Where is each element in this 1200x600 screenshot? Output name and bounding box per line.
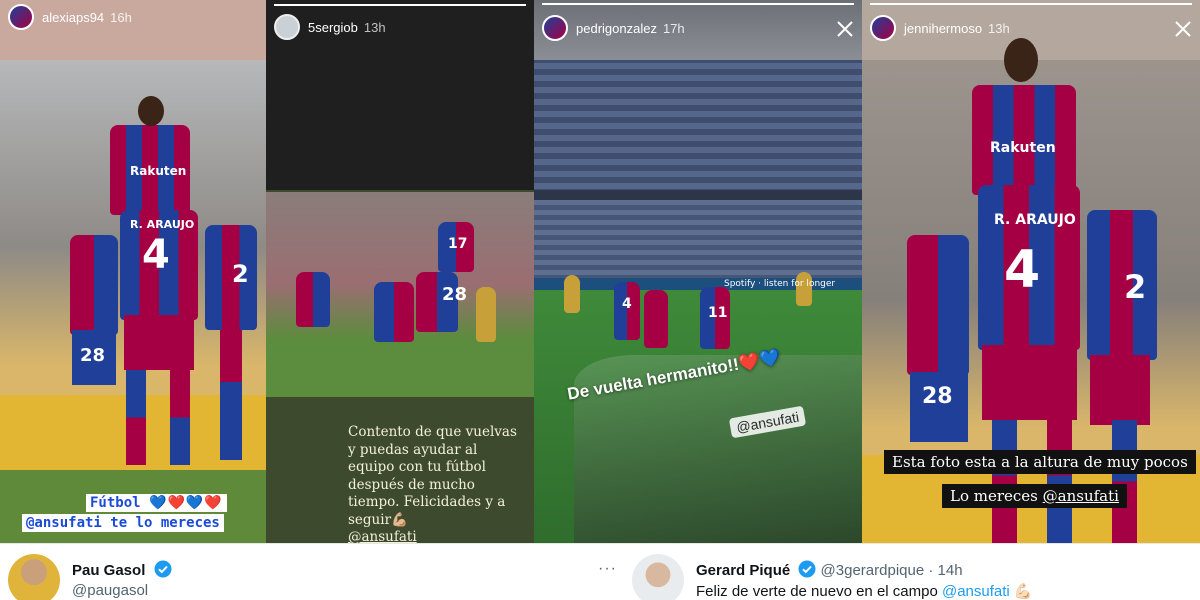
jersey-number: 28 [80, 345, 106, 366]
story-pedrigonzalez[interactable]: 4 11 Spotify · listen for longer pedrigo… [534, 0, 862, 543]
verified-icon [154, 560, 172, 578]
player-name: R. ARAUJO [994, 212, 1076, 228]
story-caption: Contento de que vuelvas y puedas ayudar … [348, 424, 528, 543]
tweet-author[interactable]: Pau Gasol [72, 560, 172, 579]
story-time: 13h [988, 20, 1010, 36]
tweet-time[interactable]: 14h [938, 562, 963, 579]
flex-emoji: 💪🏻 [1013, 583, 1033, 600]
story-photo: 28 17 [266, 192, 534, 397]
hearts-emoji: 💙❤️💙❤️ [149, 495, 223, 511]
story-header: jennihermoso 13h [862, 10, 1200, 46]
ad-board: Spotify · listen for longer [724, 279, 836, 289]
close-icon[interactable] [1174, 20, 1192, 38]
story-username[interactable]: jennihermoso [904, 21, 982, 36]
story-caption-line1: Fútbol 💙❤️💙❤️ [86, 494, 227, 512]
sponsor-logo: Rakuten [990, 140, 1056, 156]
story-time: 17h [662, 20, 685, 36]
story-username[interactable]: 5sergiob [308, 20, 358, 35]
story-progress [870, 3, 1192, 5]
tweet-handle[interactable]: @paugasol [72, 582, 148, 599]
author-name: Pau Gasol [72, 562, 146, 579]
separator: · [928, 562, 934, 579]
jersey-number: 4 [1004, 240, 1041, 300]
avatar[interactable] [8, 4, 34, 30]
tweet-handle[interactable]: @3gerardpique [821, 562, 925, 579]
jersey-number: 28 [442, 284, 468, 305]
story-username[interactable]: alexiaps94 [42, 10, 104, 25]
mention-link[interactable]: @ansufati [348, 529, 417, 543]
story-time: 13h [363, 19, 386, 35]
jersey-number: 11 [708, 305, 728, 321]
story-caption-line1: Esta foto esta a la altura de muy pocos [884, 450, 1196, 474]
story-header: pedrigonzalez 17h [534, 10, 862, 46]
story-username[interactable]: pedrigonzalez [576, 21, 657, 36]
jersey-number: 2 [1124, 268, 1147, 306]
story-header: alexiaps94 16h [0, 0, 266, 34]
jersey-number: 17 [448, 236, 468, 252]
avatar[interactable] [274, 14, 300, 40]
jersey-number: 4 [142, 232, 170, 278]
story-jennihermoso[interactable]: 4 28 2 Rakuten R. ARAUJO jennihermoso 13… [862, 0, 1200, 543]
story-progress [542, 3, 854, 5]
tweet-text: Feliz de verte de nuevo en el campo @ans… [696, 582, 1033, 600]
avatar[interactable] [542, 15, 568, 41]
story-caption-line2: Lo mereces @ansufati [942, 484, 1127, 508]
story-5sergiob[interactable]: 5sergiob 13h 28 17 Contento de que vuelv… [266, 0, 534, 543]
story-photo [534, 0, 862, 543]
story-header: 5sergiob 13h [266, 10, 534, 44]
tweet-author[interactable]: Gerard Piqué @3gerardpique · 14h [696, 560, 963, 579]
more-options-icon[interactable]: ··· [598, 560, 617, 578]
story-alexiaps94[interactable]: 4 28 2 Rakuten R. ARAUJO alexiaps94 16h … [0, 0, 266, 543]
mention-link[interactable]: @ansufati [942, 583, 1010, 600]
caption-text: Lo mereces [950, 487, 1038, 505]
story-photo [0, 0, 266, 543]
tweet-card[interactable]: Pau Gasol @paugasol ··· [0, 543, 622, 600]
jersey-number: 28 [922, 384, 953, 409]
tweet-card[interactable]: Gerard Piqué @3gerardpique · 14h Feliz d… [622, 543, 1200, 600]
tweet-body: Feliz de verte de nuevo en el campo [696, 583, 938, 600]
jersey-number: 2 [232, 260, 249, 288]
avatar[interactable] [632, 554, 684, 600]
close-icon[interactable] [836, 20, 854, 38]
story-progress [274, 4, 526, 6]
mention-link[interactable]: @ansufati [1043, 487, 1119, 505]
caption-text: Fútbol [90, 495, 141, 511]
story-time: 16h [110, 9, 132, 25]
author-name: Gerard Piqué [696, 562, 791, 579]
avatar[interactable] [870, 15, 896, 41]
jersey-number: 4 [622, 296, 632, 312]
verified-icon [798, 560, 816, 578]
story-caption-line2: @ansufati te lo mereces [22, 514, 224, 532]
avatar[interactable] [8, 554, 60, 600]
sponsor-logo: Rakuten [130, 164, 187, 178]
caption-text: Contento de que vuelvas y puedas ayudar … [348, 424, 517, 528]
player-name: R. ARAUJO [130, 218, 195, 231]
